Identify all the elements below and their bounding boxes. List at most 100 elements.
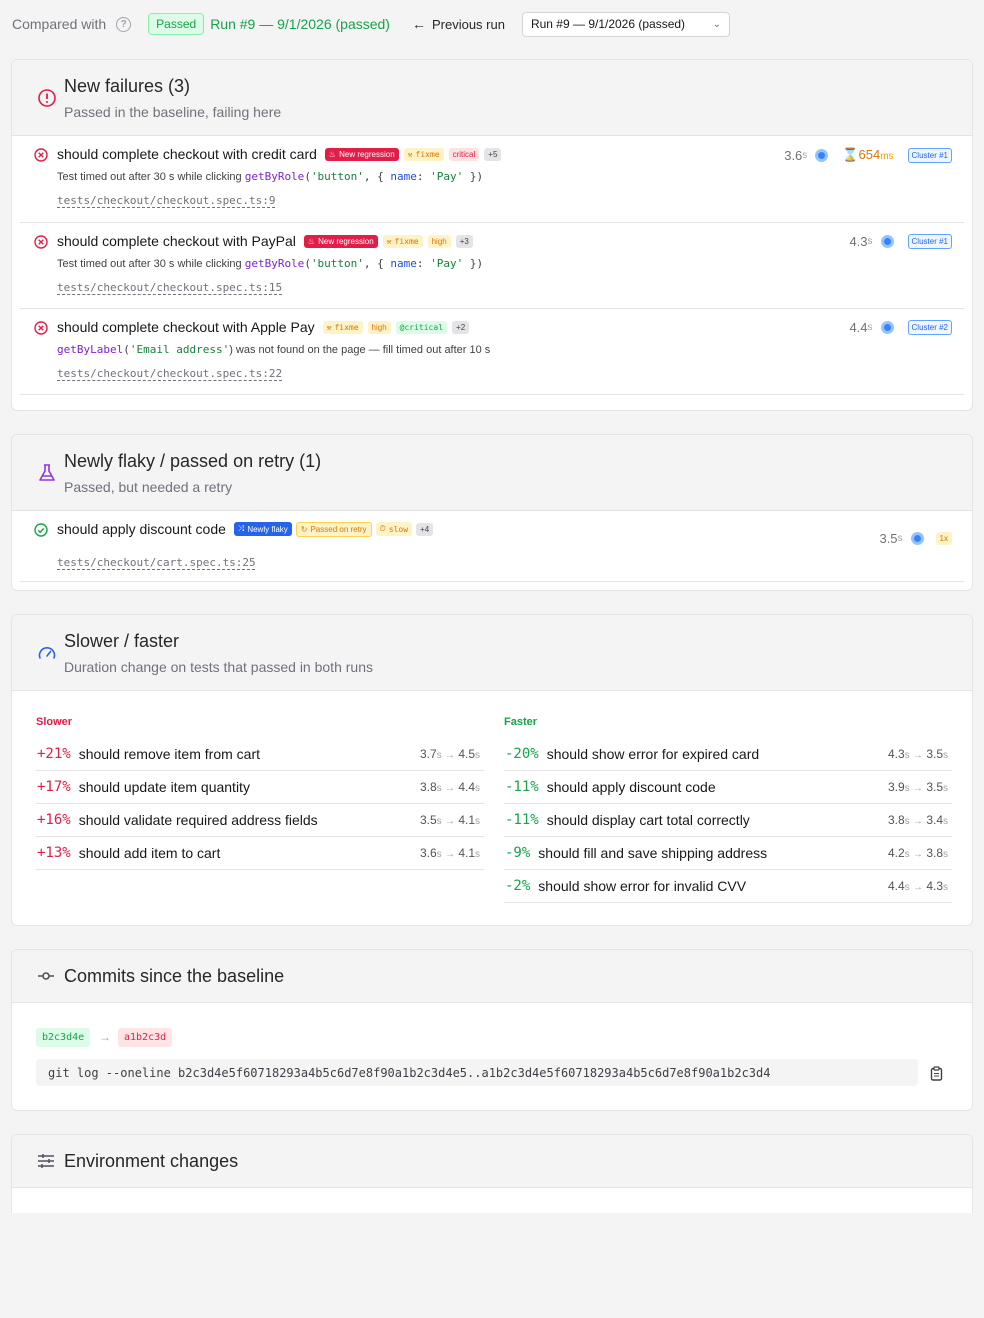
- flask-icon: [39, 464, 55, 481]
- test-title: should show error for expired card: [546, 746, 760, 762]
- wrench-icon: ⚒: [386, 236, 392, 246]
- percent-change: +21%: [37, 746, 71, 762]
- test-file-link[interactable]: tests/checkout/checkout.spec.ts:22: [57, 367, 282, 380]
- compared-with-label: Compared with: [12, 16, 107, 32]
- test-title: should complete checkout with credit car…: [57, 146, 317, 162]
- test-name[interactable]: should complete checkout with credit car…: [57, 146, 502, 162]
- duration-change: 4.3s → 3.5s: [887, 747, 948, 761]
- percent-change: -11%: [505, 812, 539, 828]
- commits-header: Commits since the baseline: [12, 950, 972, 1003]
- arrow-right-icon: →: [99, 1030, 111, 1044]
- cluster-badge[interactable]: Cluster #2: [907, 320, 952, 335]
- more-tags-badge[interactable]: +4: [416, 522, 434, 536]
- slow-tag: ⏱ slow: [375, 522, 413, 536]
- perf-row[interactable]: -2% should show error for invalid CVV 4.4s…: [504, 870, 952, 903]
- test-title: should update item quantity: [78, 779, 250, 795]
- git-log-command: git log --oneline b2c3d4e5f60718293a4b5c…: [36, 1059, 918, 1086]
- section-subtitle: Passed in the baseline, failing here: [64, 104, 282, 120]
- more-tags-badge[interactable]: +3: [455, 234, 473, 248]
- cluster-badge[interactable]: Cluster #1: [907, 234, 952, 249]
- percent-change: +17%: [37, 779, 71, 795]
- test-duration: 3.6: [784, 147, 803, 163]
- clipboard-icon[interactable]: [930, 1066, 943, 1081]
- perf-row[interactable]: -20% should show error for expired card 4.…: [504, 738, 952, 771]
- section-title: Newly flaky / passed on retry (1): [64, 451, 322, 471]
- test-title: should add item to cart: [78, 845, 221, 861]
- x-circle-icon: [34, 321, 48, 335]
- help-icon[interactable]: ?: [116, 16, 132, 32]
- previous-run-label: Previous run: [431, 16, 505, 32]
- duration-change: 3.8s → 3.4s: [887, 813, 948, 827]
- new-failures-header: New failures (3) Passed in the baseline,…: [12, 60, 972, 136]
- test-file-link[interactable]: tests/checkout/cart.spec.ts:25: [57, 556, 256, 569]
- duration-change: 3.6s → 4.1s: [419, 846, 480, 860]
- percent-change: +16%: [37, 812, 71, 828]
- duration-change: 4.4s → 4.3s: [887, 879, 948, 893]
- error-message: getByLabel('Email address') was not foun…: [57, 343, 491, 356]
- hourglass-icon: ⌛: [842, 147, 859, 162]
- perf-row[interactable]: -9% should fill and save shipping address…: [504, 837, 952, 870]
- test-title: should complete checkout with PayPal: [57, 233, 296, 249]
- section-subtitle: Passed, but needed a retry: [64, 479, 233, 495]
- test-tag: ⚒ fixme: [322, 320, 363, 334]
- test-tag: @critical: [395, 320, 448, 334]
- section-title: New failures (3): [64, 76, 191, 96]
- test-title: should apply discount code: [546, 779, 716, 795]
- slower-heading: Slower: [36, 716, 73, 728]
- duration-change: 3.8s → 4.4s: [419, 780, 480, 794]
- test-tag: ⚒ fixme: [403, 147, 444, 161]
- test-row[interactable]: should complete checkout with Apple Pay ⚒…: [20, 309, 964, 395]
- more-tags-badge[interactable]: +5: [484, 147, 502, 161]
- test-name[interactable]: should complete checkout with PayPal ♨ New…: [57, 233, 473, 249]
- section-title: Slower / faster: [64, 631, 180, 651]
- test-meta: 4.3 s Cluster #1: [849, 234, 952, 249]
- run-select[interactable]: Run #9 — 9/1/2026 (passed) ⌄: [521, 11, 730, 37]
- percent-change: -11%: [505, 779, 539, 795]
- test-file-link[interactable]: tests/checkout/checkout.spec.ts:15: [57, 281, 282, 294]
- cluster-badge[interactable]: Cluster #1: [907, 147, 952, 163]
- baseline-run-link[interactable]: Run #9 — 9/1/2026 (passed): [210, 16, 390, 32]
- test-file-link[interactable]: tests/checkout/checkout.spec.ts:9: [57, 194, 276, 207]
- error-message: Test timed out after 30 s while clicking…: [57, 257, 484, 270]
- test-name[interactable]: should apply discount code ⤨ Newly flaky …: [57, 521, 434, 537]
- perf-row[interactable]: -11% should display cart total correctly 3…: [504, 804, 952, 837]
- gauge-icon: [38, 647, 56, 659]
- chromium-icon: [880, 235, 894, 248]
- test-title: should complete checkout with Apple Pay: [57, 319, 315, 335]
- test-tag: high: [427, 234, 451, 248]
- test-tag: ♨ New regression: [303, 234, 378, 248]
- perf-header: Slower / faster Duration change on tests…: [12, 615, 972, 691]
- perf-row[interactable]: +21% should remove item from cart 3.7s → 4…: [36, 738, 484, 771]
- check-circle-icon: [34, 523, 48, 537]
- chromium-icon: [910, 532, 924, 545]
- perf-row[interactable]: +16% should validate required address fie…: [36, 804, 484, 837]
- test-duration: 4.4: [849, 320, 868, 335]
- test-meta: 3.6 s ⌛654ms Cluster #1: [784, 147, 952, 163]
- duration-change: 4.2s → 3.8s: [887, 846, 948, 860]
- perf-row[interactable]: +17% should update item quantity 3.8s → 4.…: [36, 771, 484, 804]
- run-select-value: Run #9 — 9/1/2026 (passed): [530, 17, 686, 31]
- x-circle-icon: [34, 148, 48, 162]
- test-title: should fill and save shipping address: [538, 845, 768, 861]
- section-title: Commits since the baseline: [64, 966, 285, 986]
- test-title: should validate required address fields: [78, 812, 318, 828]
- error-message: Test timed out after 30 s while clicking…: [57, 170, 484, 183]
- timer-icon: ⏱: [379, 524, 386, 533]
- section-title: Environment changes: [64, 1151, 239, 1171]
- perf-row[interactable]: -11% should apply discount code 3.9s → 3.5…: [504, 771, 952, 804]
- current-hash[interactable]: a1b2c3d: [118, 1028, 173, 1047]
- test-tag: high: [367, 320, 391, 334]
- previous-run-button[interactable]: ← Previous run: [412, 16, 505, 32]
- duration-change: 3.5s → 4.1s: [419, 813, 480, 827]
- test-name[interactable]: should complete checkout with Apple Pay ⚒…: [57, 319, 470, 335]
- test-row[interactable]: should complete checkout with credit car…: [20, 136, 964, 223]
- test-row[interactable]: should apply discount code ⤨ Newly flaky …: [20, 511, 964, 582]
- test-row[interactable]: should complete checkout with PayPal ♨ New…: [20, 223, 964, 309]
- percent-change: -20%: [505, 746, 539, 762]
- status-badge: Passed: [148, 13, 205, 35]
- baseline-hash[interactable]: b2c3d4e: [36, 1028, 91, 1047]
- duration-change: 3.7s → 4.5s: [419, 747, 480, 761]
- percent-change: +13%: [37, 845, 71, 861]
- more-tags-badge[interactable]: +2: [452, 320, 470, 334]
- perf-row[interactable]: +13% should add item to cart 3.6s → 4.1s: [36, 837, 484, 870]
